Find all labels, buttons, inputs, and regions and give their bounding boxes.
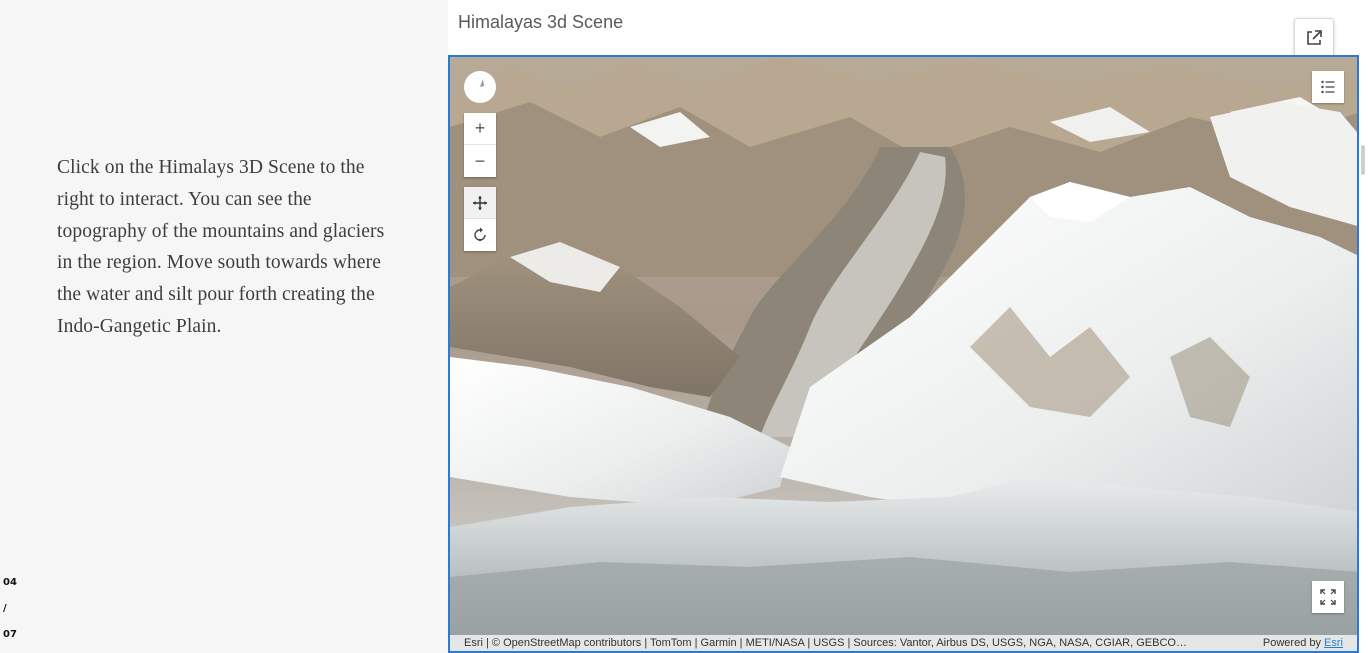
progress-total: 07 [3,629,17,640]
compass-icon [477,79,484,95]
scene-title: Himalayas 3d Scene [458,12,624,32]
progress-current: 04 [3,577,17,588]
zoom-controls: + − [464,113,496,177]
pan-button[interactable] [464,187,496,219]
narrative-panel: Click on the Himalays 3D Scene to the ri… [0,0,448,653]
legend-list-icon [1321,80,1335,94]
compass-button[interactable] [464,71,496,103]
map-attribution: Esri | © OpenStreetMap contributors | To… [450,635,1357,651]
navigation-mode-controls [464,187,496,251]
pan-move-icon [473,195,487,210]
zoom-in-button[interactable]: + [464,113,496,145]
open-in-new-window-icon [1307,30,1322,45]
fullscreen-button[interactable] [1312,581,1344,613]
slide-progress: 04 / 07 [3,570,17,648]
scrollbar-thumb[interactable] [1361,145,1365,175]
progress-separator: / [3,603,7,614]
legend-button[interactable] [1312,71,1344,103]
fullscreen-icon [1320,589,1336,605]
scene-view[interactable]: + − Esri | © OpenStreetMap contributors … [448,55,1359,653]
powered-by: Powered by Esri [1263,635,1343,651]
zoom-out-button[interactable]: − [464,145,496,177]
terrain-3d-scene[interactable] [450,57,1359,653]
rotate-button[interactable] [464,219,496,251]
open-in-new-window-button[interactable] [1294,18,1334,58]
narrative-text: Click on the Himalays 3D Scene to the ri… [57,157,385,337]
attribution-text: Esri | © OpenStreetMap contributors | To… [464,637,1187,649]
powered-by-label: Powered by [1262,637,1325,649]
rotate-icon [474,227,486,242]
esri-link[interactable]: Esri [1324,637,1343,649]
